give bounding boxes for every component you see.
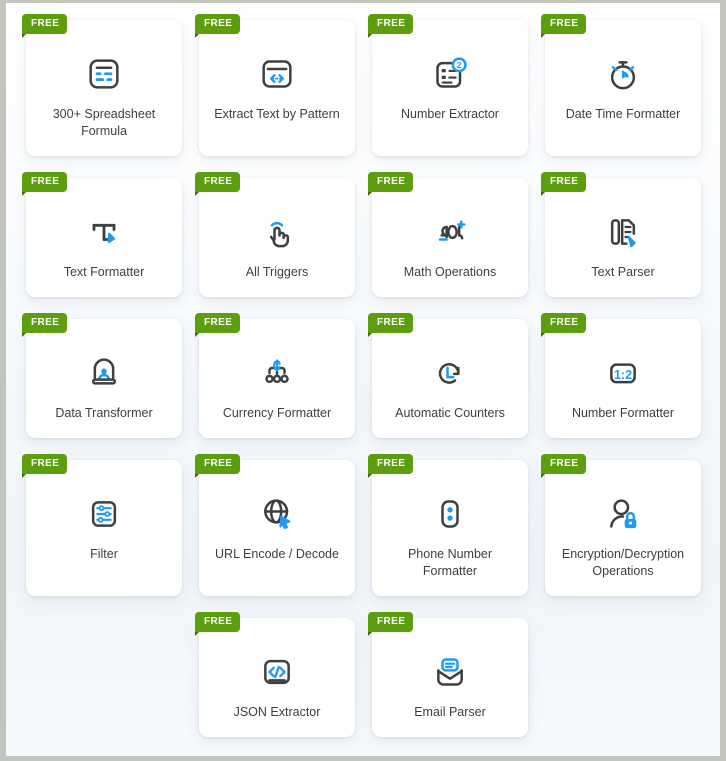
free-badge: FREE (195, 172, 241, 196)
tool-card-label: URL Encode / Decode (215, 547, 339, 561)
tool-card-label: JSON Extractor (233, 705, 321, 719)
tool-card[interactable]: FREE Automatic Counters (368, 313, 528, 438)
math-operations-icon (430, 208, 470, 264)
data-transformer-icon (84, 349, 124, 405)
free-badge: FREE (195, 454, 241, 478)
free-badge: FREE (22, 313, 68, 337)
tool-card[interactable]: FREE URL Encode / Decode (195, 454, 355, 596)
spreadsheet-icon (84, 50, 124, 106)
tool-card-label: Text Formatter (63, 265, 145, 279)
tool-card-label: Number Formatter (571, 406, 675, 420)
tools-page: FREE 300+ Spreadsheet Formula FREE Extract … (6, 3, 720, 756)
free-badge: FREE (195, 612, 241, 636)
tool-card-label: Date Time Formatter (565, 107, 681, 121)
tool-card[interactable]: FREE 300+ Spreadsheet Formula (22, 14, 182, 156)
tool-card[interactable]: FREE Currency Formatter (195, 313, 355, 438)
free-badge: FREE (22, 14, 68, 38)
free-badge: FREE (541, 313, 587, 337)
svg-text:1:2: 1:2 (614, 368, 632, 382)
email-envelope-icon (430, 648, 470, 704)
tool-card[interactable]: FREE Text Formatter (22, 172, 182, 297)
tool-card[interactable]: FREE Phone Number Formatter (368, 454, 528, 596)
free-badge: FREE (368, 454, 414, 478)
tool-card[interactable]: FREE Extract Text by Pattern (195, 14, 355, 156)
tool-card[interactable]: FREE 1:2 Number Formatter (541, 313, 701, 438)
free-badge: FREE (368, 612, 414, 636)
free-badge: FREE (195, 14, 241, 38)
tool-card[interactable]: FREE Email Parser (368, 612, 528, 737)
tool-card-label: Currency Formatter (222, 406, 332, 420)
text-formatter-icon (84, 208, 124, 264)
tool-card-label: Math Operations (403, 265, 497, 279)
tool-card-label: Filter (90, 547, 118, 561)
automatic-counters-icon (430, 349, 470, 405)
free-badge: FREE (541, 172, 587, 196)
tool-card[interactable]: FREE Math Operations (368, 172, 528, 297)
phone-number-icon (430, 490, 470, 546)
text-parser-icon (603, 208, 643, 264)
tool-card[interactable]: FREE All Triggers (195, 172, 355, 297)
svg-text:2: 2 (457, 60, 462, 70)
url-globe-icon (257, 490, 297, 546)
tool-card-label: All Triggers (245, 265, 309, 279)
tool-card[interactable]: FREE JSON Extractor (195, 612, 355, 737)
user-lock-icon (603, 490, 643, 546)
tool-card-label: Extract Text by Pattern (214, 107, 340, 121)
free-badge: FREE (368, 313, 414, 337)
free-badge: FREE (22, 454, 68, 478)
tool-card[interactable]: FREE Data Transformer (22, 313, 182, 438)
tools-grid: FREE 300+ Spreadsheet Formula FREE Extract … (6, 3, 720, 737)
free-badge: FREE (22, 172, 68, 196)
tool-card-label: 300+ Spreadsheet Formula (52, 107, 156, 138)
tool-card-label: Data Transformer (55, 406, 153, 420)
currency-formatter-icon (257, 349, 297, 405)
tap-hand-icon (257, 208, 297, 264)
extract-text-pattern-icon (257, 50, 297, 106)
tool-card-label: Encryption/Decryption Operations (561, 547, 685, 578)
tool-card-label: Number Extractor (401, 107, 499, 121)
tool-card-label: Email Parser (414, 705, 486, 719)
free-badge: FREE (368, 172, 414, 196)
tool-card-label: Text Parser (591, 265, 655, 279)
code-brackets-icon (257, 648, 297, 704)
tool-card[interactable]: FREE Filter (22, 454, 182, 596)
free-badge: FREE (195, 313, 241, 337)
filter-sliders-icon (84, 490, 124, 546)
tool-card[interactable]: FREE Encryption/Decryption Operations (541, 454, 701, 596)
free-badge: FREE (541, 454, 587, 478)
number-extractor-icon: 2 (430, 50, 470, 106)
tool-card-label: Phone Number Formatter (407, 547, 493, 578)
stopwatch-icon (603, 50, 643, 106)
tool-card[interactable]: FREE Date Time Formatter (541, 14, 701, 156)
tool-card-label: Automatic Counters (395, 406, 505, 420)
free-badge: FREE (541, 14, 587, 38)
tool-card[interactable]: FREE 2 Number Extractor (368, 14, 528, 156)
number-formatter-icon: 1:2 (603, 349, 643, 405)
tool-card[interactable]: FREE Text Parser (541, 172, 701, 297)
free-badge: FREE (368, 14, 414, 38)
